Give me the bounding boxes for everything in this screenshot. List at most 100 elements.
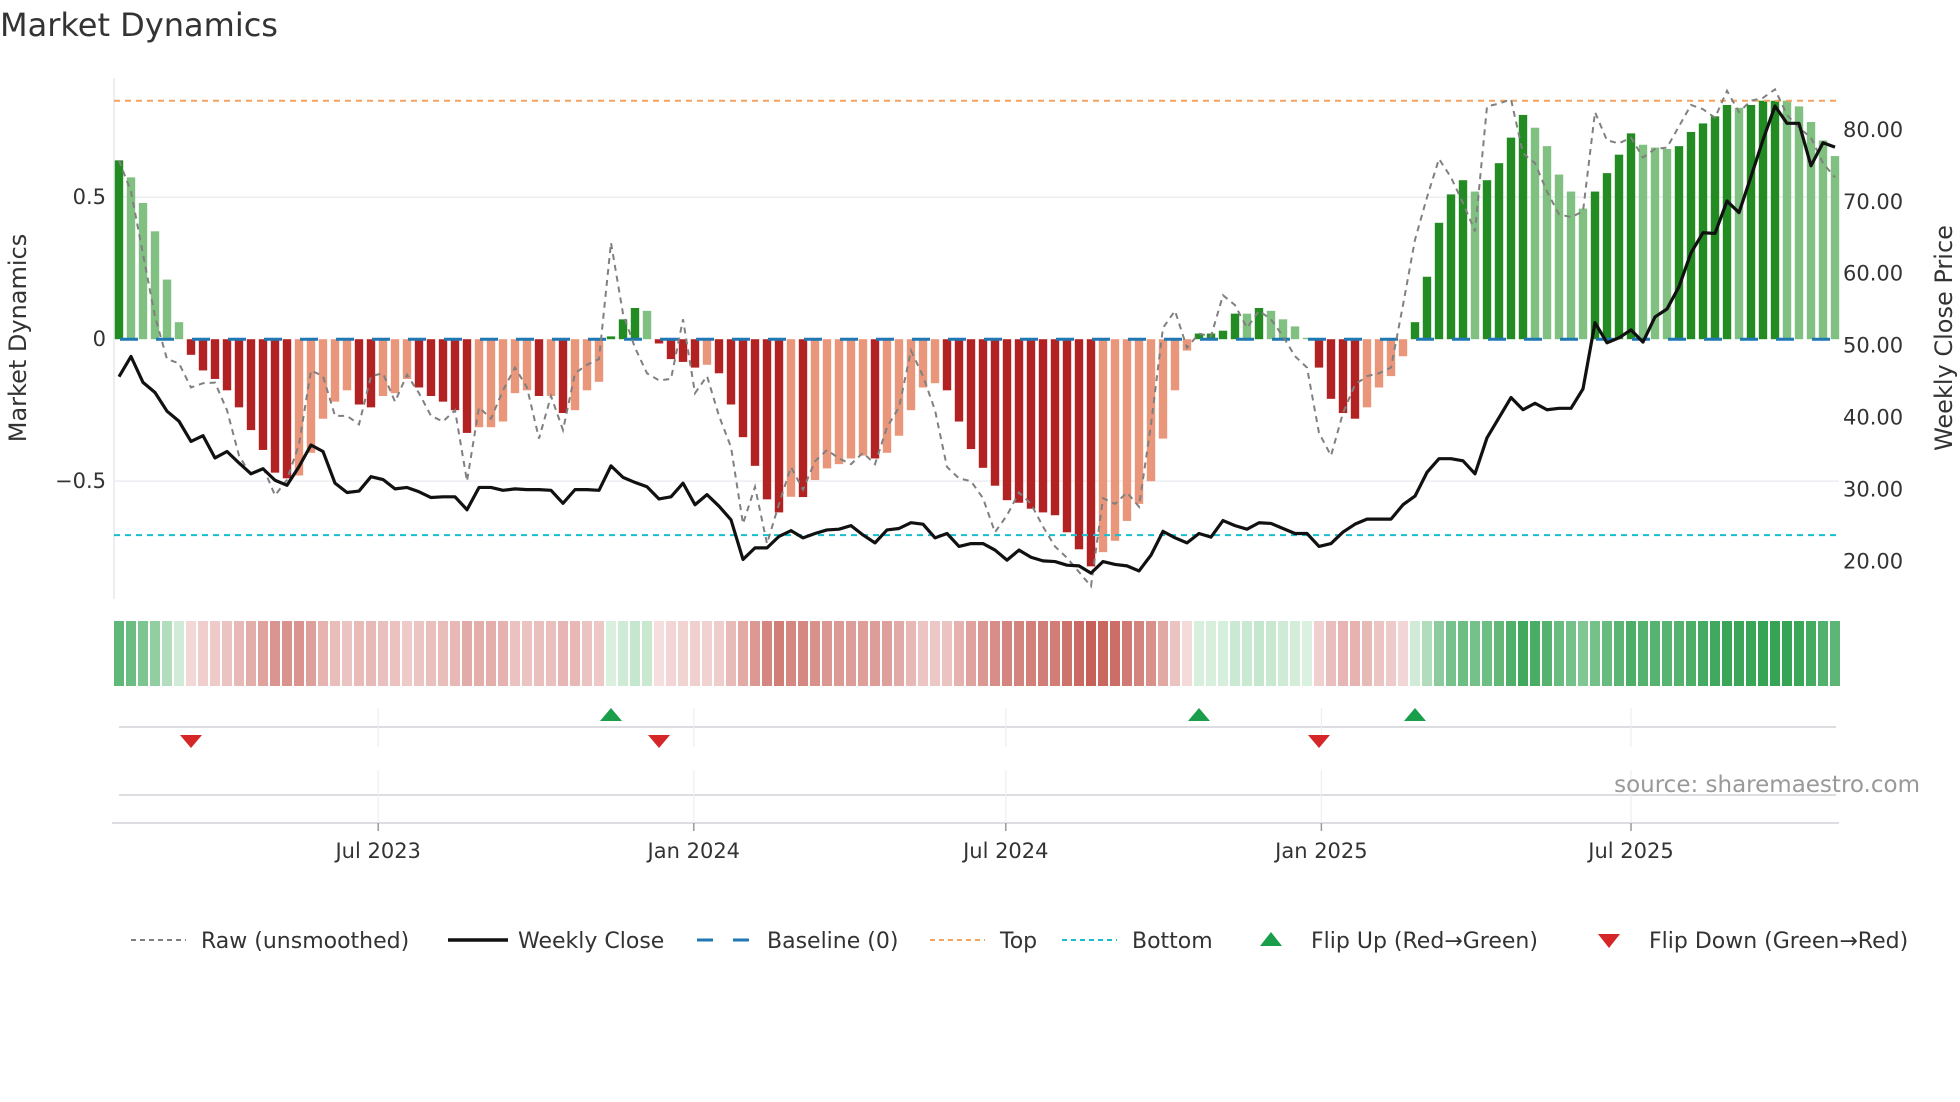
momentum-bar bbox=[642, 310, 652, 340]
momentum-bar bbox=[750, 339, 760, 466]
momentum-bar bbox=[1734, 107, 1744, 340]
heatmap-cell bbox=[690, 621, 700, 686]
momentum-bar bbox=[1338, 339, 1348, 414]
left-axis-label: Market Dynamics bbox=[4, 234, 32, 442]
momentum-bar bbox=[1626, 133, 1636, 340]
heatmap-cell bbox=[1758, 621, 1768, 686]
momentum-bar bbox=[174, 322, 184, 340]
heatmap-cell bbox=[1614, 621, 1624, 686]
momentum-bar bbox=[702, 339, 712, 365]
momentum-bar bbox=[1290, 326, 1300, 340]
heatmap-cell bbox=[618, 621, 628, 686]
legend-label-flip-down: Flip Down (Green→Red) bbox=[1649, 929, 1908, 954]
right-tick-label: 20.00 bbox=[1843, 550, 1903, 574]
heatmap-cell bbox=[426, 621, 436, 686]
momentum-bar bbox=[630, 307, 640, 340]
heatmap-cell bbox=[750, 621, 760, 686]
momentum-bar bbox=[1686, 131, 1696, 340]
momentum-bar bbox=[462, 339, 472, 433]
heatmap-cell bbox=[1674, 621, 1684, 686]
momentum-bar bbox=[1374, 339, 1384, 388]
heatmap-cell bbox=[1446, 621, 1456, 686]
left-tick-label: 0.5 bbox=[73, 185, 106, 209]
momentum-bar bbox=[1050, 339, 1060, 516]
momentum-bar bbox=[1350, 339, 1360, 419]
momentum-bar bbox=[1614, 154, 1624, 340]
heatmap-cell bbox=[354, 621, 364, 686]
momentum-bar bbox=[858, 339, 868, 456]
momentum-bar bbox=[378, 339, 388, 396]
heatmap-cell bbox=[666, 621, 676, 686]
momentum-bar bbox=[1074, 339, 1084, 550]
heatmap-cell bbox=[786, 621, 796, 686]
momentum-bar bbox=[198, 339, 208, 371]
momentum-bar bbox=[150, 231, 160, 340]
heatmap-cell bbox=[1806, 621, 1816, 686]
momentum-bar bbox=[1554, 174, 1564, 340]
momentum-bar bbox=[1038, 339, 1048, 513]
momentum-bar bbox=[1398, 339, 1408, 357]
heatmap-cell bbox=[390, 621, 400, 686]
momentum-bar bbox=[1254, 307, 1264, 340]
momentum-bar bbox=[234, 339, 244, 408]
heatmap-cell bbox=[858, 621, 868, 686]
heatmap-cell bbox=[1698, 621, 1708, 686]
heatmap-cell bbox=[366, 621, 376, 686]
momentum-bar bbox=[1674, 146, 1684, 340]
heatmap-cell bbox=[1122, 621, 1132, 686]
heatmap-cell bbox=[654, 621, 664, 686]
momentum-bar bbox=[606, 336, 616, 340]
right-tick-label: 30.00 bbox=[1843, 478, 1903, 502]
x-tick-label: Jan 2025 bbox=[1273, 839, 1368, 863]
heatmap-cell bbox=[342, 621, 352, 686]
heatmap-cell bbox=[1110, 621, 1120, 686]
heatmap-cell bbox=[198, 621, 208, 686]
heatmap-cell bbox=[1086, 621, 1096, 686]
heatmap-cell bbox=[306, 621, 316, 686]
heatmap-cell bbox=[726, 621, 736, 686]
heatmap-cell bbox=[714, 621, 724, 686]
momentum-bar bbox=[282, 339, 292, 479]
heatmap-cell bbox=[1386, 621, 1396, 686]
flip-up-marker bbox=[1188, 708, 1210, 721]
legend-label-raw: Raw (unsmoothed) bbox=[201, 929, 409, 954]
heatmap-cell bbox=[558, 621, 568, 686]
heatmap-cell bbox=[1302, 621, 1312, 686]
source-text: source: sharemaestro.com bbox=[1614, 772, 1920, 798]
momentum-bar bbox=[1266, 310, 1276, 340]
heatmap-cell bbox=[450, 621, 460, 686]
momentum-bar bbox=[1446, 194, 1456, 340]
momentum-bar bbox=[1482, 180, 1492, 340]
heatmap-cell bbox=[534, 621, 544, 686]
heatmap-cell bbox=[1266, 621, 1276, 686]
heatmap-cell bbox=[774, 621, 784, 686]
heatmap-cell bbox=[1602, 621, 1612, 686]
heatmap-cell bbox=[798, 621, 808, 686]
heatmap-cell bbox=[894, 621, 904, 686]
heatmap-cell bbox=[1794, 621, 1804, 686]
momentum-bar bbox=[1086, 339, 1096, 567]
momentum-bar bbox=[366, 339, 376, 408]
right-tick-label: 70.00 bbox=[1843, 190, 1903, 214]
flip-up-icon bbox=[1260, 932, 1282, 946]
heatmap-cell bbox=[1326, 621, 1336, 686]
heatmap-cell bbox=[1194, 621, 1204, 686]
flip-up-marker bbox=[1404, 708, 1426, 721]
momentum-bar bbox=[1278, 319, 1288, 340]
heatmap-cell bbox=[1530, 621, 1540, 686]
momentum-bar bbox=[1422, 276, 1432, 340]
heatmap-cell bbox=[1458, 621, 1468, 686]
momentum-bar bbox=[450, 339, 460, 411]
heatmap-cell bbox=[1290, 621, 1300, 686]
heatmap-cell bbox=[186, 621, 196, 686]
heatmap-cell bbox=[1338, 621, 1348, 686]
right-tick-label: 40.00 bbox=[1843, 406, 1903, 430]
heatmap-cell bbox=[906, 621, 916, 686]
momentum-bar bbox=[210, 339, 220, 379]
heatmap-cell bbox=[1374, 621, 1384, 686]
momentum-bar bbox=[1590, 191, 1600, 340]
momentum-bar bbox=[162, 279, 172, 340]
momentum-bar bbox=[438, 339, 448, 402]
momentum-bar bbox=[714, 339, 724, 374]
heatmap-cell bbox=[594, 621, 604, 686]
